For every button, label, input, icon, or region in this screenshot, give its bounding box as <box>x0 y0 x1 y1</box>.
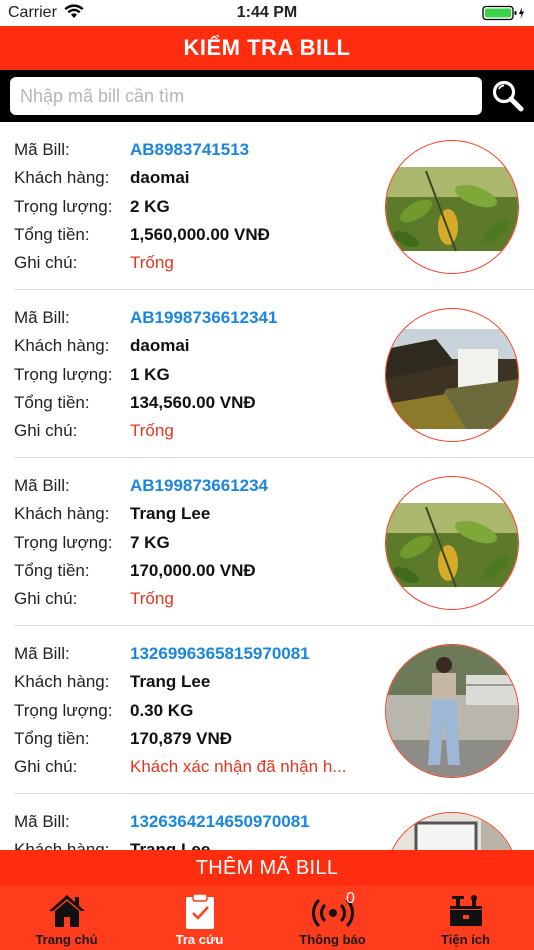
total-label: Tổng tiền: <box>14 561 90 580</box>
tab-home-label: Trang chủ <box>35 932 98 947</box>
toolbox-icon <box>449 895 482 926</box>
total-value: 170,000.00 VNĐ <box>130 561 256 580</box>
bill-code-value: 1326996365815970081 <box>130 644 310 663</box>
search-bar <box>0 70 534 122</box>
tab-home[interactable]: Trang chủ <box>0 886 133 950</box>
search-icon <box>492 80 524 112</box>
tab-utilities-label: Tiện ích <box>441 932 490 947</box>
bill-photo-leaves[interactable] <box>385 476 519 610</box>
bill-item[interactable]: Mã Bill: AB1998736612341 Khách hàng: dao… <box>0 290 534 458</box>
weight-value: 7 KG <box>130 533 170 552</box>
weight-value: 1 KG <box>130 365 170 384</box>
bill-code-label: Mã Bill: <box>14 476 70 495</box>
home-icon <box>48 895 85 927</box>
note-value: Trống <box>130 421 174 440</box>
bill-item[interactable]: Mã Bill: 1326364214650970081 Khách hàng:… <box>0 794 534 850</box>
clock: 1:44 PM <box>236 4 298 21</box>
customer-value: Trang Lee <box>130 840 211 850</box>
weight-value: 0.30 KG <box>130 701 194 720</box>
bill-item[interactable]: Mã Bill: AB8983741513 Khách hàng: daomai… <box>0 122 534 290</box>
tab-lookup[interactable]: Tra cứu <box>133 886 266 950</box>
total-value: 1,560,000.00 VNĐ <box>130 225 270 244</box>
bill-item[interactable]: Mã Bill: 1326996365815970081 Khách hàng:… <box>0 626 534 794</box>
tab-utilities[interactable]: Tiện ích <box>399 886 532 950</box>
clipboard-check-icon <box>185 893 214 929</box>
customer-value: daomai <box>130 336 190 355</box>
total-label: Tổng tiền: <box>14 393 90 412</box>
search-button[interactable] <box>490 78 526 114</box>
bill-list[interactable]: Mã Bill: AB8983741513 Khách hàng: daomai… <box>0 122 534 850</box>
bill-item[interactable]: Mã Bill: AB199873661234 Khách hàng: Tran… <box>0 458 534 626</box>
bill-code-label: Mã Bill: <box>14 812 70 831</box>
note-value: Khách xác nhận đã nhận h... <box>130 757 347 776</box>
tab-notifications-label: Thông báo <box>299 932 366 947</box>
bill-photo-door[interactable] <box>385 812 519 850</box>
weight-label: Trọng lượng: <box>14 365 113 384</box>
note-label: Ghi chú: <box>14 757 78 776</box>
bill-code-value: AB199873661234 <box>130 476 269 495</box>
bill-code-value: AB1998736612341 <box>130 308 278 327</box>
bill-code-label: Mã Bill: <box>14 644 70 663</box>
note-label: Ghi chú: <box>14 421 78 440</box>
bill-code-value: AB8983741513 <box>130 140 250 159</box>
tab-lookup-label: Tra cứu <box>175 932 224 947</box>
bill-photo-waterfall[interactable] <box>385 308 519 442</box>
tab-notifications[interactable]: 0 Thông báo <box>266 886 399 950</box>
weight-label: Trọng lượng: <box>14 701 113 720</box>
notification-badge: 0 <box>346 890 355 907</box>
weight-label: Trọng lượng: <box>14 533 113 552</box>
customer-value: Trang Lee <box>130 504 211 523</box>
customer-label: Khách hàng: <box>14 336 110 355</box>
total-value: 170,879 VNĐ <box>130 729 233 748</box>
customer-value: Trang Lee <box>130 672 211 691</box>
customer-label: Khách hàng: <box>14 672 110 691</box>
customer-value: daomai <box>130 168 190 187</box>
customer-label: Khách hàng: <box>14 504 110 523</box>
app-header: KIỂM TRA BILL <box>0 26 534 70</box>
note-label: Ghi chú: <box>14 253 78 272</box>
note-value: Trống <box>130 589 174 608</box>
customer-label: Khách hàng: <box>14 168 110 187</box>
search-input[interactable] <box>10 77 482 115</box>
note-value: Trống <box>130 253 174 272</box>
bill-code-value: 1326364214650970081 <box>130 812 310 831</box>
bill-code-label: Mã Bill: <box>14 308 70 327</box>
tab-bar: Trang chủ Tra cứu 0 Thông báo Tiện ích <box>0 886 534 950</box>
status-bar: Carrier 1:44 PM <box>0 0 534 26</box>
bill-photo-fashion[interactable] <box>385 644 519 778</box>
weight-label: Trọng lượng: <box>14 197 113 216</box>
total-label: Tổng tiền: <box>14 729 90 748</box>
note-label: Ghi chú: <box>14 589 78 608</box>
bill-code-label: Mã Bill: <box>14 140 70 159</box>
battery-icon <box>482 5 524 21</box>
total-label: Tổng tiền: <box>14 225 90 244</box>
bill-photo-leaves[interactable] <box>385 140 519 274</box>
add-bill-button[interactable]: THÊM MÃ BILL <box>0 850 534 886</box>
customer-label: Khách hàng: <box>14 840 110 850</box>
total-value: 134,560.00 VNĐ <box>130 393 256 412</box>
weight-value: 2 KG <box>130 197 170 216</box>
page-title: KIỂM TRA BILL <box>183 35 351 60</box>
